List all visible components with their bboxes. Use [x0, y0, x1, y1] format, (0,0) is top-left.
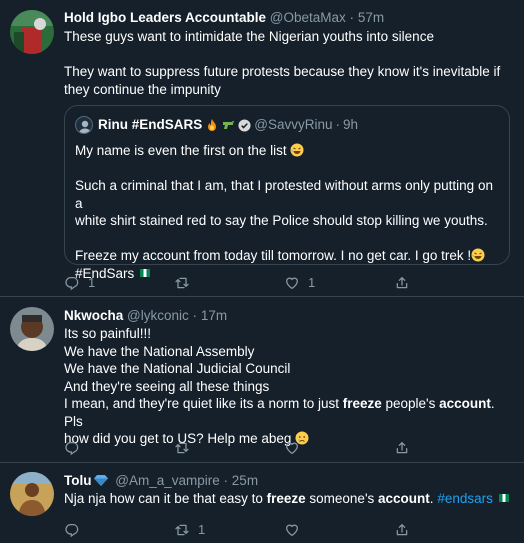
reply-count: 1: [88, 275, 96, 290]
share-icon: [394, 275, 410, 291]
tweet[interactable]: Tolu @Am_a_vampire · 25m Nja nja how can…: [0, 463, 524, 543]
text-run: I mean, and they're quiet like its a nor…: [64, 396, 343, 411]
reply-icon: [64, 522, 80, 538]
like-button[interactable]: 1: [284, 274, 394, 292]
separator-dot: ·: [335, 117, 341, 133]
text-run: Nja nja how can it be that easy to: [64, 491, 267, 506]
quoted-line: Such a criminal that I am, that I protes…: [75, 178, 493, 211]
tweet-actions: 1 1: [64, 274, 504, 292]
timestamp[interactable]: 57m: [358, 10, 384, 25]
highlight-freeze: freeze: [342, 396, 382, 411]
reply-button[interactable]: [64, 440, 174, 456]
quoted-line: white shirt stained red to say the Polic…: [75, 213, 488, 228]
retweet-icon: [174, 522, 190, 538]
avatar[interactable]: [10, 10, 54, 54]
author-handle[interactable]: @Am_a_vampire: [115, 473, 220, 488]
highlight-freeze: freeze: [266, 491, 306, 506]
tweet-line: These guys want to intimidate the Nigeri…: [64, 29, 434, 44]
author-handle[interactable]: @ObetaMax: [270, 10, 346, 25]
like-icon: [284, 275, 300, 291]
gun-emoji: [221, 118, 235, 132]
tweet-line: We have the National Assembly: [64, 343, 255, 359]
laughing-emoji: [290, 143, 304, 157]
avatar[interactable]: [10, 307, 54, 351]
separator-dot: ·: [192, 308, 198, 323]
tweet-line: We have the National Judicial Council: [64, 361, 291, 376]
quoted-line: My name is even the first on the list: [75, 143, 287, 158]
quoted-text: My name is even the first on the list Su…: [75, 142, 499, 282]
timestamp[interactable]: 17m: [201, 308, 227, 323]
highlight-account: account: [378, 491, 430, 506]
share-button[interactable]: [394, 274, 504, 292]
share-icon: [394, 440, 410, 456]
quoted-author-handle: @SavvyRinu: [254, 117, 333, 133]
tweet-actions: [64, 440, 504, 456]
text-run: someone's: [305, 491, 379, 506]
tweet-text: These guys want to intimidate the Nigeri…: [64, 28, 514, 98]
tweet[interactable]: Hold Igbo Leaders Accountable @ObetaMax …: [0, 0, 524, 297]
share-icon: [394, 522, 410, 538]
tweet[interactable]: Nkwocha @lykconic · 17m Its so painful!!…: [0, 297, 524, 463]
tweet-line: And they're seeing all these things: [64, 378, 270, 394]
like-count: 1: [308, 275, 316, 290]
retweet-icon: [174, 275, 190, 291]
separator-dot: ·: [223, 473, 229, 488]
tweet-line: They want to suppress future protests be…: [64, 64, 501, 79]
author-name[interactable]: Tolu: [64, 473, 92, 488]
author-name[interactable]: Nkwocha: [64, 308, 123, 323]
like-icon: [284, 440, 300, 456]
retweet-icon: [174, 440, 190, 456]
text-run: people's: [381, 396, 440, 411]
tweet-line: Its so painful!!!: [64, 326, 152, 341]
timestamp[interactable]: 25m: [232, 473, 258, 488]
hashtag-link[interactable]: #endsars: [437, 491, 493, 506]
like-button[interactable]: [284, 440, 394, 456]
quoted-tweet[interactable]: Rinu #EndSARS @SavvyRinu · 9h My name is…: [64, 105, 510, 281]
separator-dot: ·: [349, 10, 355, 25]
tweet-text: Its so painful!!! We have the National A…: [64, 325, 514, 448]
quoted-avatar: [75, 116, 93, 134]
like-icon: [284, 522, 300, 538]
nigeria-flag-emoji: [497, 491, 511, 505]
quoted-line: Freeze my account from today till tomorr…: [75, 248, 472, 263]
reply-icon: [64, 440, 80, 456]
author-name[interactable]: Hold Igbo Leaders Accountable: [64, 10, 266, 25]
reply-button[interactable]: 1: [64, 274, 174, 292]
quoted-author-name: Rinu #EndSARS: [98, 117, 203, 133]
avatar[interactable]: [10, 472, 54, 516]
tweet-line: they continue the impunity: [64, 81, 221, 97]
tweet-text: Nja nja how can it be that easy to freez…: [64, 490, 514, 508]
reply-icon: [64, 275, 80, 291]
laughing-emoji: [471, 248, 485, 262]
fire-emoji: [205, 118, 219, 132]
gem-emoji: [93, 473, 108, 487]
retweet-button[interactable]: [174, 274, 284, 292]
verified-icon: [238, 118, 251, 132]
retweet-button[interactable]: [174, 440, 284, 456]
author-handle[interactable]: @lykconic: [127, 308, 189, 323]
quoted-timestamp: 9h: [343, 117, 359, 133]
tweet-line: I mean, and they're quiet like its a nor…: [64, 395, 514, 430]
share-button[interactable]: [394, 440, 504, 456]
highlight-account: account: [439, 396, 491, 411]
